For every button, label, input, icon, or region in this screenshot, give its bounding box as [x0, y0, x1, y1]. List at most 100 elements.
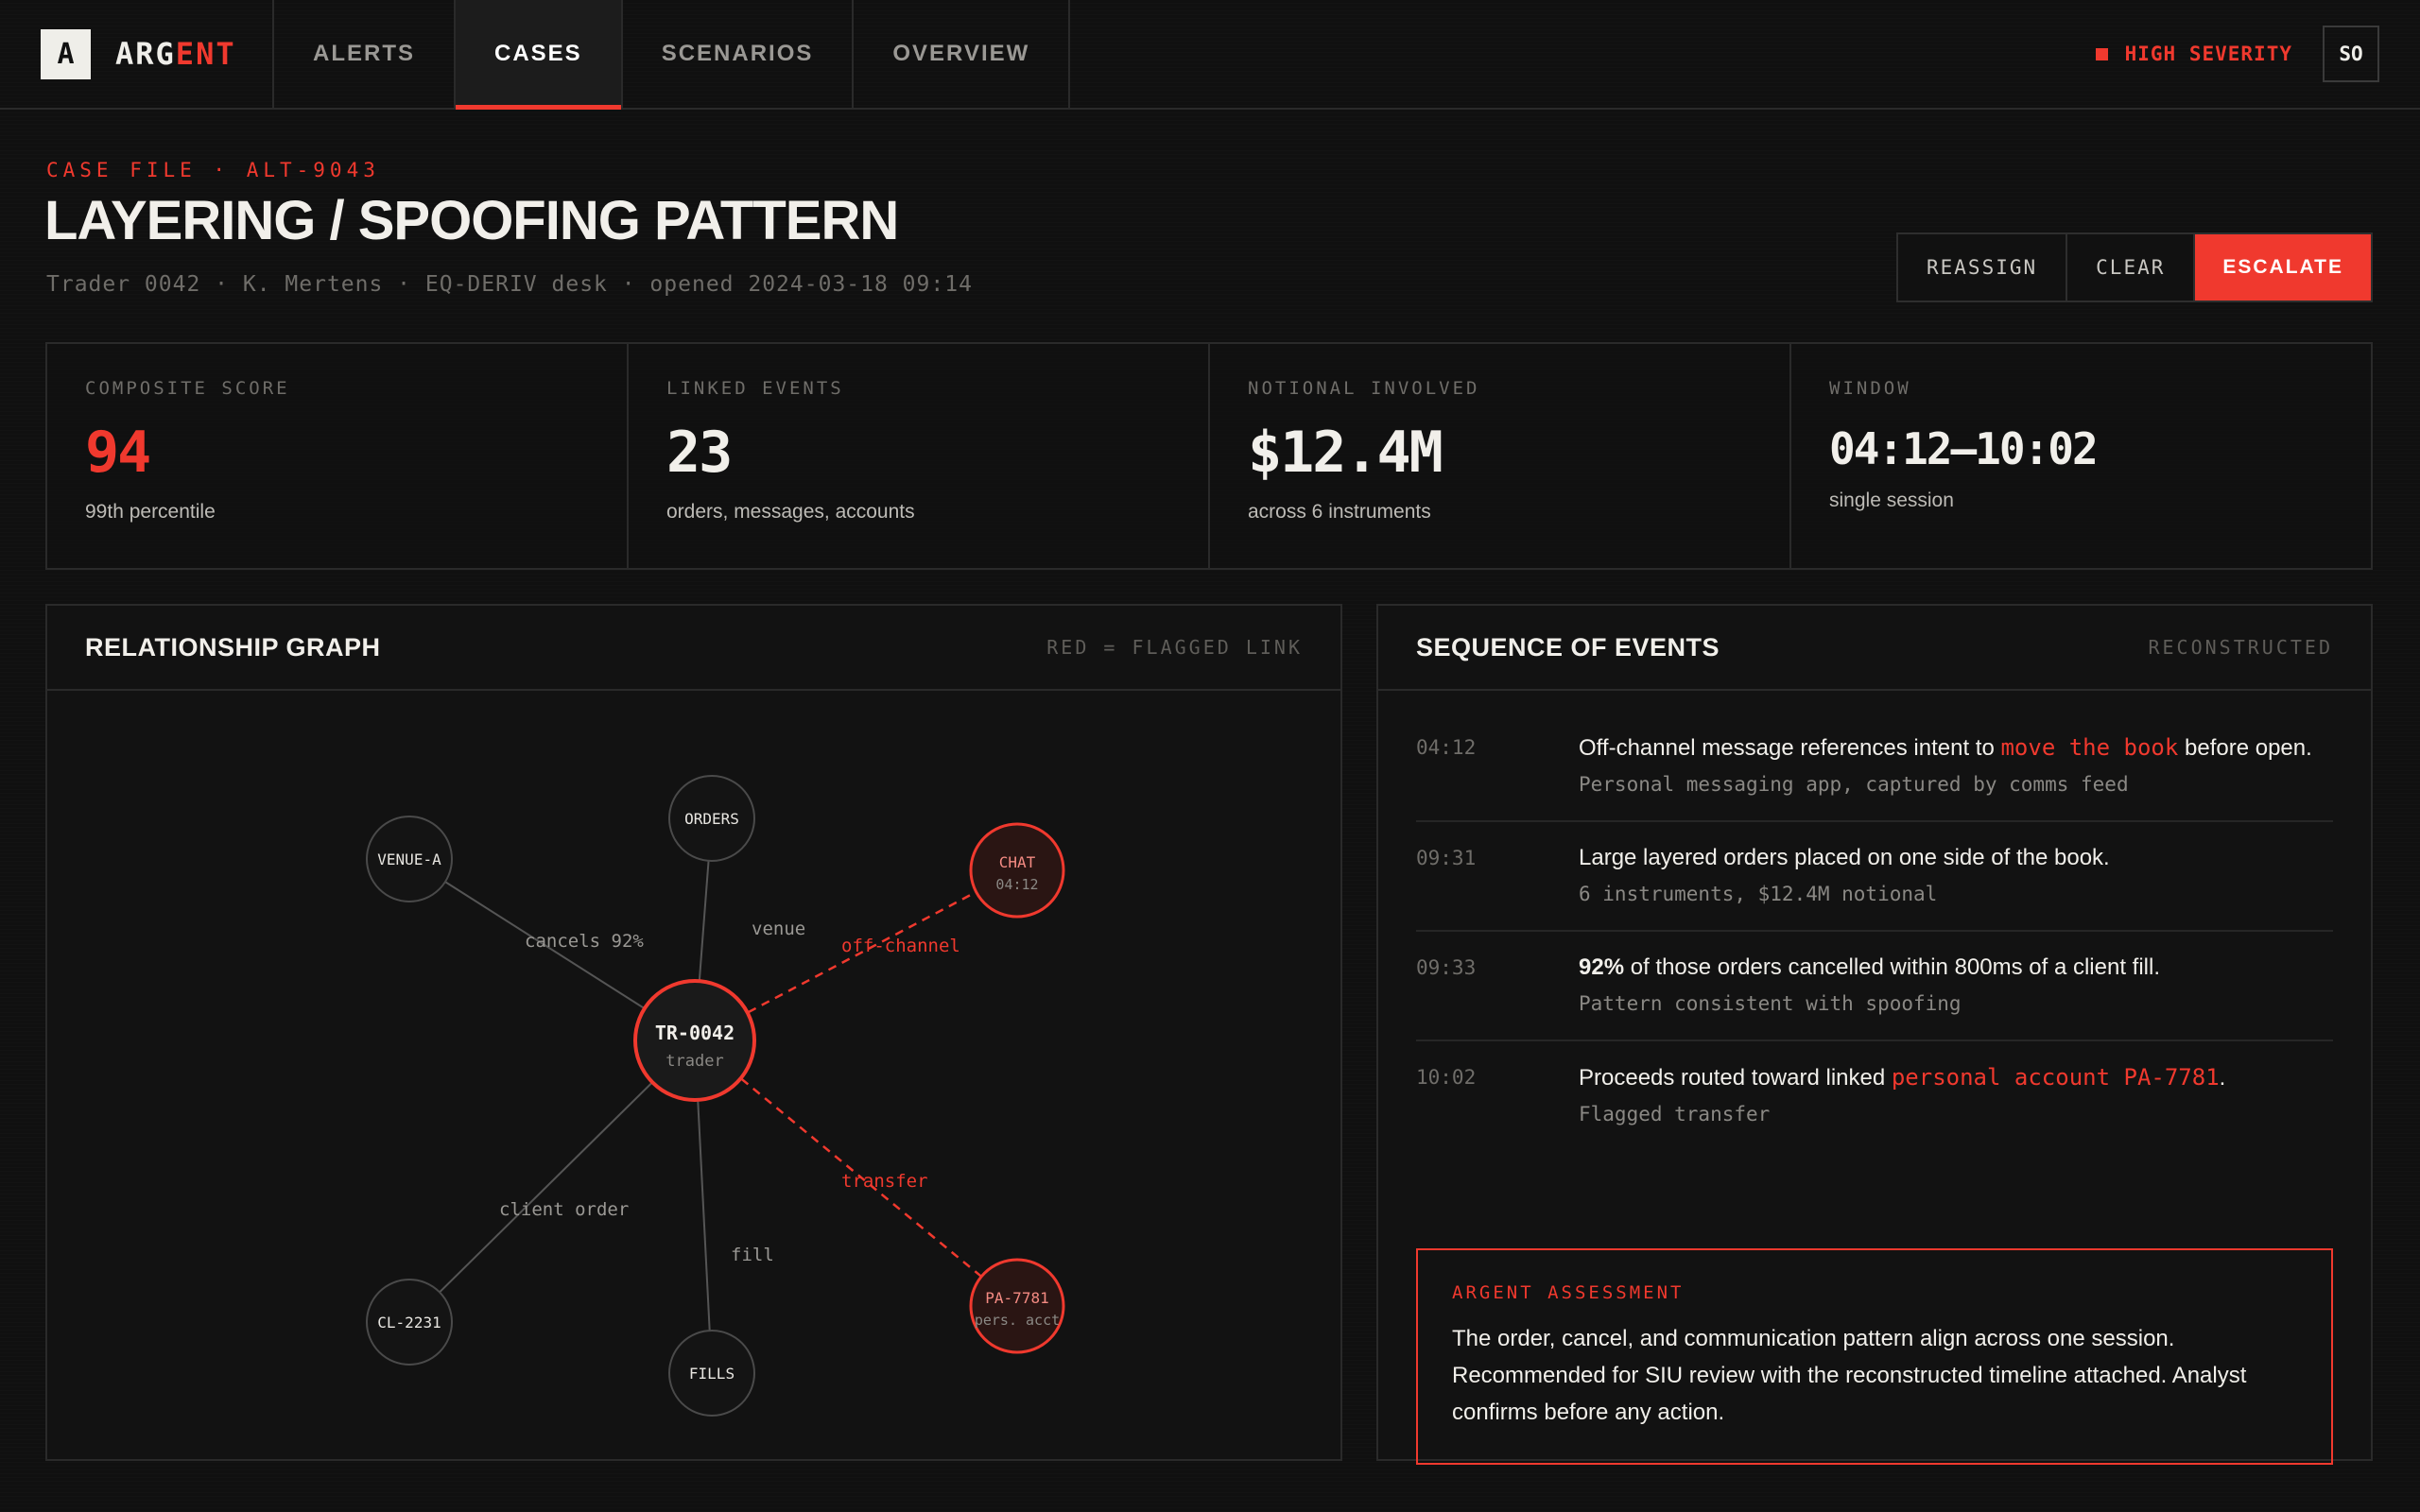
severity-label: HIGH SEVERITY	[2124, 43, 2292, 65]
metric-sub: 99th percentile	[85, 501, 216, 523]
metric-label: WINDOW	[1829, 378, 1911, 399]
event-text-post: before open.	[2178, 735, 2312, 761]
page-title: LAYERING / SPOOFING PATTERN	[44, 190, 899, 251]
event-time: 09:31	[1416, 847, 1477, 869]
case-id-eyebrow: CASE FILE · ALT-9043	[46, 159, 380, 181]
event-text: Proceeds routed toward linked personal a…	[1579, 1060, 2333, 1095]
metric-label: COMPOSITE SCORE	[85, 378, 290, 399]
case-actions: REASSIGN CLEAR ESCALATE	[1896, 232, 2373, 302]
panel-title: RELATIONSHIP GRAPH	[85, 632, 381, 662]
tab-scenarios[interactable]: SCENARIOS	[623, 0, 855, 108]
event-text-pre: Off-channel message references intent to	[1579, 735, 2001, 761]
assessment-text: The order, cancel, and communication pat…	[1452, 1326, 2247, 1425]
event-text: 92% of those orders cancelled within 800…	[1579, 951, 2333, 985]
metric-sub: orders, messages, accounts	[666, 501, 915, 523]
node-venue-a[interactable]: VENUE-A	[366, 816, 453, 902]
node-orders[interactable]: ORDERS	[668, 775, 755, 862]
edge-label-cancels: cancels 92%	[525, 931, 644, 952]
metric-window: WINDOW 04:12–10:02 single session	[1791, 344, 2371, 568]
node-label: FILLS	[689, 1365, 735, 1383]
node-label: PA-7781	[985, 1289, 1048, 1307]
event-list: 04:12 Off-channel message references int…	[1416, 712, 2333, 1150]
event-body: Large layered orders placed on one side …	[1579, 841, 2333, 905]
metric-value: 04:12–10:02	[1829, 423, 2099, 474]
clear-button[interactable]: CLEAR	[2067, 234, 2196, 301]
metric-sub: single session	[1829, 490, 1954, 511]
relationship-graph: venue cancels 92% off-channel client ord…	[366, 775, 1065, 1417]
event-sub: Personal messaging app, captured by comm…	[1579, 773, 2129, 796]
node-cl-2231[interactable]: CL-2231	[366, 1279, 453, 1366]
node-label: VENUE-A	[377, 850, 441, 868]
tab-alerts[interactable]: ALERTS	[274, 0, 456, 108]
event-sub: Pattern consistent with spoofing	[1579, 992, 1962, 1015]
event-time: 04:12	[1416, 736, 1477, 759]
brand-name-accent: ENT	[175, 36, 236, 72]
event-row[interactable]: 09:31 Large layered orders placed on one…	[1416, 822, 2333, 932]
reassign-button[interactable]: REASSIGN	[1898, 234, 2068, 301]
node-sub: pers. acct	[975, 1312, 1060, 1329]
node-sub: trader	[666, 1052, 723, 1071]
event-body: 92% of those orders cancelled within 800…	[1579, 951, 2333, 1015]
node-sub: 04:12	[995, 876, 1038, 893]
event-time: 09:33	[1416, 956, 1477, 979]
user-avatar[interactable]: SO	[2323, 26, 2379, 82]
event-row[interactable]: 04:12 Off-channel message references int…	[1416, 712, 2333, 822]
top-nav-bar: A ARGENT ALERTS CASES SCENARIOS OVERVIEW…	[0, 0, 2420, 110]
node-fills[interactable]: FILLS	[668, 1330, 755, 1417]
edge-label-off-channel: off-channel	[841, 936, 960, 956]
edge-label-client-order: client order	[499, 1199, 629, 1220]
event-row[interactable]: 10:02 Proceeds routed toward linked pers…	[1416, 1041, 2333, 1150]
tab-overview[interactable]: OVERVIEW	[854, 0, 1071, 108]
brand[interactable]: A ARGENT	[0, 0, 274, 108]
brand-logo: A	[41, 28, 91, 79]
case-meta: Trader 0042 · K. Mertens · EQ-DERIV desk…	[46, 272, 973, 297]
event-text: Off-channel message references intent to…	[1579, 730, 2333, 765]
main-nav: ALERTS CASES SCENARIOS OVERVIEW	[274, 0, 1071, 110]
event-body: Proceeds routed toward linked personal a…	[1579, 1060, 2333, 1125]
brand-name: ARGENT	[115, 36, 236, 72]
assessment-box: ARGENT ASSESSMENT The order, cancel, and…	[1416, 1248, 2333, 1465]
event-text-pre: of those orders cancelled within 800ms o…	[1624, 954, 2160, 980]
event-highlight: move the book	[2000, 734, 2179, 761]
metric-value: 23	[666, 420, 733, 486]
tab-cases[interactable]: CASES	[456, 0, 623, 110]
relationship-graph-panel: RELATIONSHIP GRAPH RED = FLAGGED LINK ve…	[45, 604, 1342, 1461]
event-sub: 6 instruments, $12.4M notional	[1579, 883, 1938, 905]
node-label: ORDERS	[684, 810, 739, 828]
metric-value: $12.4M	[1248, 420, 1443, 486]
event-text-post: .	[2219, 1065, 2226, 1091]
panel-note: RECONSTRUCTED	[2148, 636, 2333, 659]
node-label: CL-2231	[377, 1314, 441, 1332]
metric-composite-score: COMPOSITE SCORE 94 99th percentile	[47, 344, 629, 568]
escalate-button[interactable]: ESCALATE	[2195, 234, 2371, 301]
panel-header: SEQUENCE OF EVENTS RECONSTRUCTED	[1378, 606, 2371, 691]
event-text: Large layered orders placed on one side …	[1579, 845, 2110, 870]
node-label: TR-0042	[655, 1022, 735, 1044]
panel-header: RELATIONSHIP GRAPH RED = FLAGGED LINK	[47, 606, 1340, 691]
edge-label-transfer: transfer	[841, 1171, 928, 1192]
metrics-row: COMPOSITE SCORE 94 99th percentile LINKE…	[45, 342, 2373, 570]
event-bold: 92%	[1579, 954, 1625, 980]
node-chat[interactable]: CHAT 04:12	[969, 822, 1065, 919]
sequence-panel: SEQUENCE OF EVENTS RECONSTRUCTED 04:12 O…	[1376, 604, 2373, 1465]
metric-notional-involved: NOTIONAL INVOLVED $12.4M across 6 instru…	[1210, 344, 1791, 568]
event-sub: Flagged transfer	[1579, 1103, 1771, 1125]
event-time: 10:02	[1416, 1066, 1477, 1089]
metric-label: LINKED EVENTS	[666, 378, 844, 399]
panel-title: SEQUENCE OF EVENTS	[1416, 632, 1720, 662]
severity-badge: HIGH SEVERITY	[2095, 43, 2292, 65]
panel-legend-note: RED = FLAGGED LINK	[1046, 636, 1303, 659]
metric-linked-events: LINKED EVENTS 23 orders, messages, accou…	[629, 344, 1210, 568]
metric-label: NOTIONAL INVOLVED	[1248, 378, 1480, 399]
node-label: CHAT	[999, 853, 1036, 871]
edge-label-fill: fill	[731, 1245, 774, 1265]
severity-square-icon	[2095, 47, 2108, 60]
event-highlight: personal account PA-7781	[1891, 1064, 2220, 1091]
node-center-trader[interactable]: TR-0042 trader	[633, 979, 756, 1102]
metric-sub: across 6 instruments	[1248, 501, 1431, 523]
event-row[interactable]: 09:33 92% of those orders cancelled with…	[1416, 932, 2333, 1041]
metric-value: 94	[85, 420, 151, 486]
node-pa-7781[interactable]: PA-7781 pers. acct	[969, 1258, 1065, 1354]
brand-name-prefix: ARG	[115, 36, 176, 72]
assessment-label: ARGENT ASSESSMENT	[1452, 1282, 1685, 1303]
